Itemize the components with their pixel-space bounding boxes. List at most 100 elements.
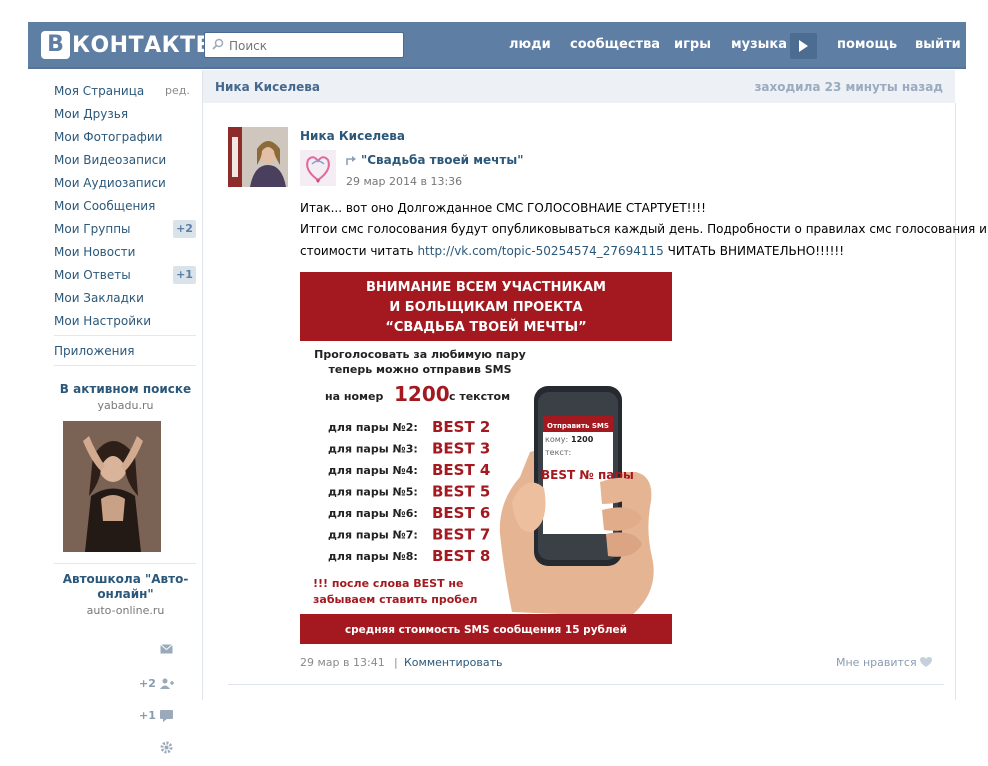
- banner-note1: !!! после слова BEST не: [313, 577, 463, 590]
- author-avatar[interactable]: [228, 127, 288, 187]
- pair-code: BEST 3: [432, 440, 490, 458]
- like-label: Мне нравится: [836, 656, 917, 669]
- pair-code: BEST 2: [432, 418, 490, 436]
- banner-intro1: Проголосовать за любимую пару: [314, 348, 526, 361]
- top-header: В КОНТАКТЕ люди сообщества игры музыка п…: [28, 22, 966, 69]
- pair-code: BEST 4: [432, 461, 490, 479]
- comments-icon[interactable]: [160, 710, 173, 722]
- nav-music[interactable]: музыка: [731, 37, 787, 52]
- answers-badge[interactable]: +1: [173, 266, 196, 284]
- post-text-line2: Итгои смс голосования будут опубликовыва…: [300, 222, 987, 236]
- menu-groups[interactable]: Мои Группы: [54, 222, 131, 236]
- page-owner-name[interactable]: Ника Киселева: [215, 80, 320, 94]
- vk-logo[interactable]: В КОНТАКТЕ: [41, 31, 211, 59]
- envelope-icon[interactable]: [160, 644, 173, 654]
- menu-news[interactable]: Мои Новости: [54, 245, 135, 259]
- nav-games[interactable]: игры: [674, 37, 711, 52]
- banner-head-line2: И БОЛЬЩИКАМ ПРОЕКТА: [389, 300, 582, 315]
- comments-count[interactable]: +1: [139, 709, 156, 722]
- pair-code: BEST 5: [432, 483, 490, 501]
- play-icon: [799, 40, 808, 52]
- ad-photo[interactable]: [63, 421, 161, 552]
- menu-answers[interactable]: Мои Ответы: [54, 268, 131, 282]
- heart-icon: [919, 657, 932, 667]
- pair-label: для пары №5:: [328, 486, 418, 499]
- menu-bookmarks[interactable]: Мои Закладки: [54, 291, 144, 305]
- topic-link[interactable]: http://vk.com/topic-50254574_27694115: [417, 244, 663, 258]
- banner-footer: средняя стоимость SMS сообщения 15 рубле…: [345, 624, 627, 636]
- menu-my-page[interactable]: Моя Страница: [54, 84, 144, 98]
- post-image-banner[interactable]: ВНИМАНИЕ ВСЕМ УЧАСТНИКАМ И БОЛЬЩИКАМ ПРО…: [300, 272, 672, 644]
- nav-communities[interactable]: сообщества: [570, 37, 660, 52]
- music-play-button[interactable]: [790, 33, 817, 59]
- footer-separator: |: [394, 656, 398, 669]
- search-icon: [212, 38, 224, 50]
- pair-label: для пары №7:: [328, 529, 418, 542]
- menu-friends[interactable]: Мои Друзья: [54, 107, 128, 121]
- group-post-date[interactable]: 29 мар 2014 в 13:36: [346, 175, 462, 188]
- repost-icon: [346, 156, 356, 165]
- ad2-title-line1[interactable]: Автошкола "Авто-: [48, 572, 203, 586]
- logo-text: КОНТАКТЕ: [72, 32, 212, 58]
- menu-divider: [54, 365, 196, 366]
- banner-note2: забываем ставить пробел: [313, 593, 477, 606]
- main-border: [202, 70, 203, 700]
- post-author[interactable]: Ника Киселева: [300, 129, 405, 143]
- phone-to-value: 1200: [571, 435, 594, 444]
- text-prefix: стоимости читать: [300, 244, 418, 258]
- pair-code: BEST 8: [432, 547, 490, 565]
- ad-domain: yabadu.ru: [97, 399, 154, 412]
- menu-divider: [54, 335, 196, 336]
- pair-label: для пары №2:: [328, 421, 418, 434]
- pair-code: BEST 7: [432, 526, 490, 544]
- menu-divider: [54, 563, 196, 564]
- nav-people[interactable]: люди: [509, 37, 551, 52]
- like-button[interactable]: Мне нравится: [836, 656, 932, 669]
- post-text-line3: стоимости читать http://vk.com/topic-502…: [300, 242, 950, 260]
- friends-icon[interactable]: [160, 678, 174, 690]
- banner-number: 1200: [394, 382, 450, 406]
- phone-to-label: кому:: [545, 435, 568, 444]
- svg-text:♥: ♥: [316, 179, 321, 185]
- ad-title[interactable]: В активном поиске: [48, 382, 203, 396]
- menu-apps[interactable]: Приложения: [54, 344, 135, 358]
- logo-letter: В: [41, 31, 70, 59]
- group-avatar[interactable]: ♥: [300, 150, 336, 186]
- post-footer-date[interactable]: 29 мар в 13:41: [300, 656, 385, 669]
- comment-link[interactable]: Комментировать: [404, 656, 502, 669]
- phone-text-label: текст:: [545, 448, 571, 457]
- banner-number-suffix: с текстом: [449, 390, 510, 403]
- page-header: Ника Киселева заходила 23 минуты назад: [203, 70, 955, 103]
- post-text-line1: Итак... вот оно Долгожданное СМС ГОЛОСОВ…: [300, 201, 706, 215]
- pair-label: для пары №4:: [328, 464, 418, 477]
- groups-badge[interactable]: +2: [173, 220, 196, 238]
- menu-audio[interactable]: Мои Аудиозаписи: [54, 176, 166, 190]
- post-divider: [228, 684, 944, 685]
- ad2-domain: auto-online.ru: [86, 604, 165, 617]
- last-seen: заходила 23 минуты назад: [754, 80, 943, 94]
- banner-head-line3: “СВАДЬБА ТВОЕЙ МЕЧТЫ”: [385, 319, 586, 335]
- banner-head-line1: ВНИМАНИЕ ВСЕМ УЧАСТНИКАМ: [366, 280, 606, 295]
- nav-help[interactable]: помощь: [837, 37, 897, 52]
- menu-settings[interactable]: Мои Настройки: [54, 314, 151, 328]
- gear-icon[interactable]: [160, 741, 173, 754]
- banner-number-prefix: на номер: [325, 390, 383, 403]
- group-name[interactable]: "Свадьба твоей мечты": [361, 153, 523, 167]
- pair-code: BEST 6: [432, 504, 490, 522]
- pair-label: для пары №6:: [328, 507, 418, 520]
- menu-videos[interactable]: Мои Видеозаписи: [54, 153, 166, 167]
- ad2-title-line2[interactable]: онлайн": [48, 587, 203, 601]
- menu-photos[interactable]: Мои Фотографии: [54, 130, 162, 144]
- edit-link[interactable]: ред.: [165, 84, 190, 97]
- pair-label: для пары №8:: [328, 550, 418, 563]
- search-input[interactable]: [229, 37, 399, 54]
- nav-logout[interactable]: выйти: [915, 37, 961, 52]
- search-box[interactable]: [204, 32, 404, 58]
- friends-count[interactable]: +2: [139, 677, 156, 690]
- main-border: [955, 103, 956, 700]
- menu-messages[interactable]: Мои Сообщения: [54, 199, 155, 213]
- text-suffix: ЧИТАТЬ ВНИМАТЕЛЬНО!!!!!!: [663, 244, 845, 258]
- phone-send-label: Отправить SMS: [547, 422, 609, 430]
- banner-intro2: теперь можно отправив SMS: [328, 363, 511, 376]
- pair-label: для пары №3:: [328, 443, 418, 456]
